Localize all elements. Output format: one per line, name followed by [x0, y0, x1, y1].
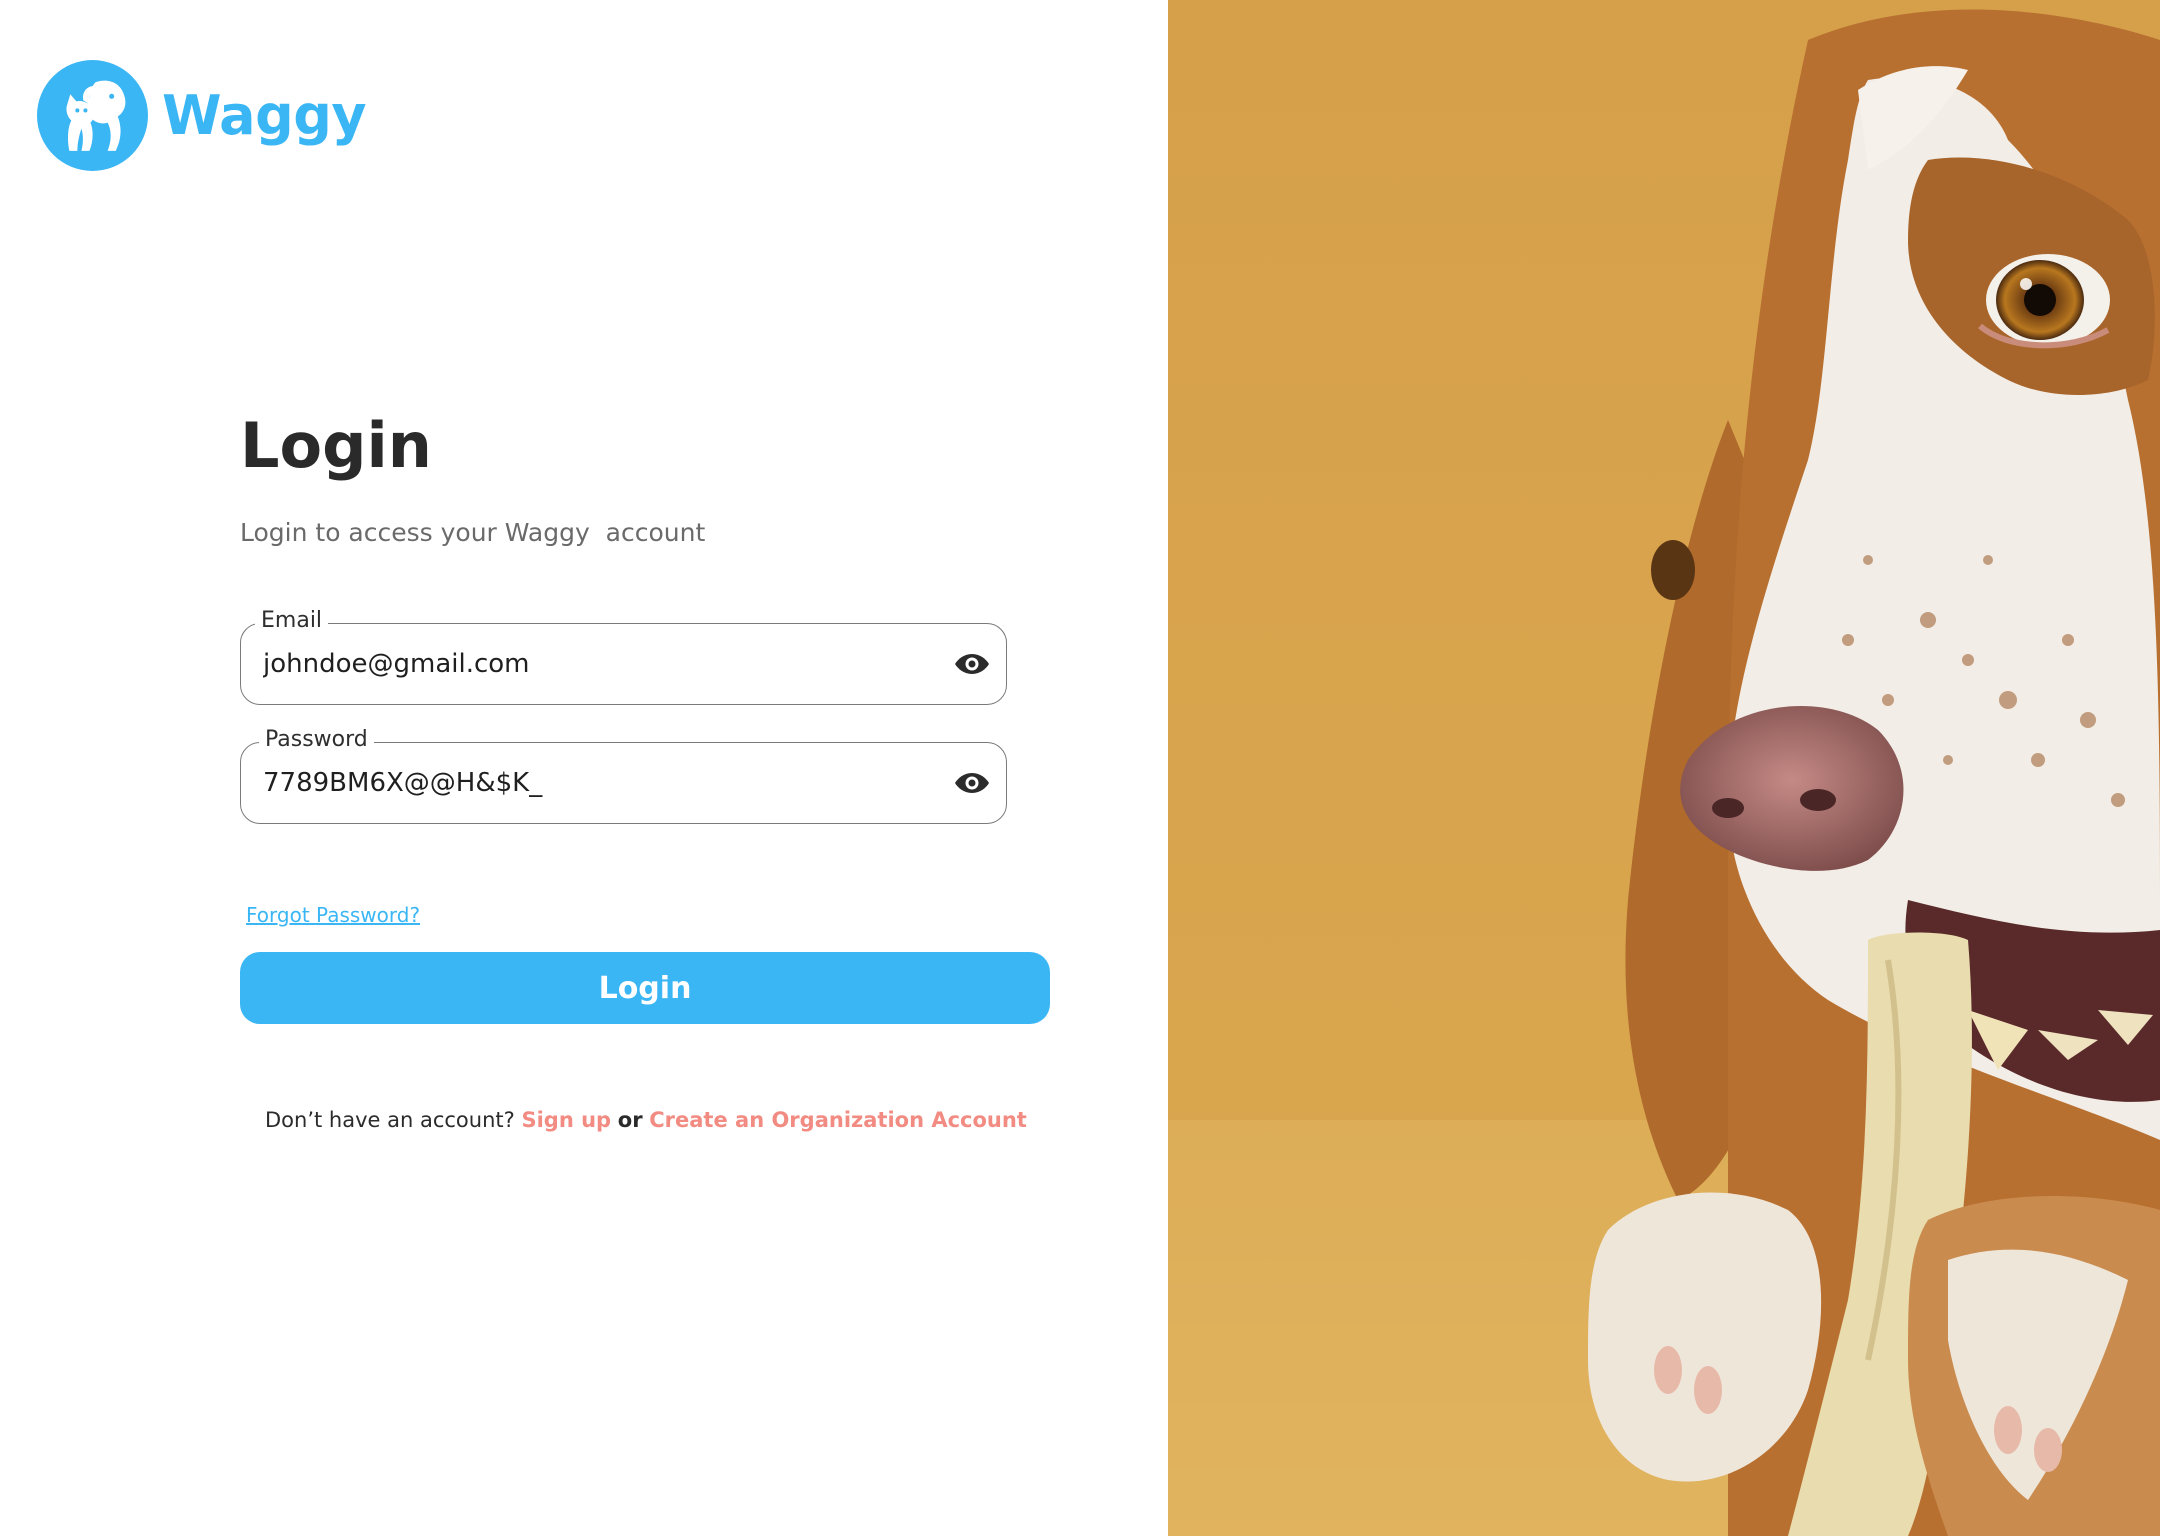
email-visibility-toggle[interactable]	[952, 646, 992, 682]
page-subtitle: Login to access your Waggy account	[240, 518, 706, 547]
signup-prompt: Don’t have an account? Sign up or Create…	[265, 1108, 1027, 1132]
brand-name: Waggy	[162, 84, 367, 147]
brand-header[interactable]: Waggy	[37, 60, 367, 171]
eye-icon	[955, 773, 989, 793]
password-label: Password	[259, 724, 374, 756]
dog-chewing-bone-photo	[1168, 0, 2160, 1536]
or-text: or	[617, 1108, 643, 1132]
login-panel: Waggy Login Login to access your Waggy a…	[0, 0, 1168, 1536]
password-input[interactable]	[263, 761, 903, 805]
signup-prompt-text: Don’t have an account?	[265, 1108, 515, 1132]
hero-image-panel	[1168, 0, 2160, 1536]
forgot-password-link[interactable]: Forgot Password?	[246, 903, 420, 927]
password-visibility-toggle[interactable]	[952, 765, 992, 801]
email-label: Email	[255, 605, 329, 637]
create-organization-link[interactable]: Create an Organization Account	[649, 1108, 1027, 1132]
signup-link[interactable]: Sign up	[521, 1108, 611, 1132]
email-field[interactable]: Email	[240, 605, 1007, 705]
login-button[interactable]: Login	[240, 952, 1050, 1024]
email-input[interactable]	[263, 642, 903, 686]
dog-and-cat-icon	[37, 60, 148, 171]
password-field[interactable]: Password	[240, 724, 1007, 824]
eye-icon	[955, 654, 989, 674]
page-title: Login	[240, 409, 432, 482]
